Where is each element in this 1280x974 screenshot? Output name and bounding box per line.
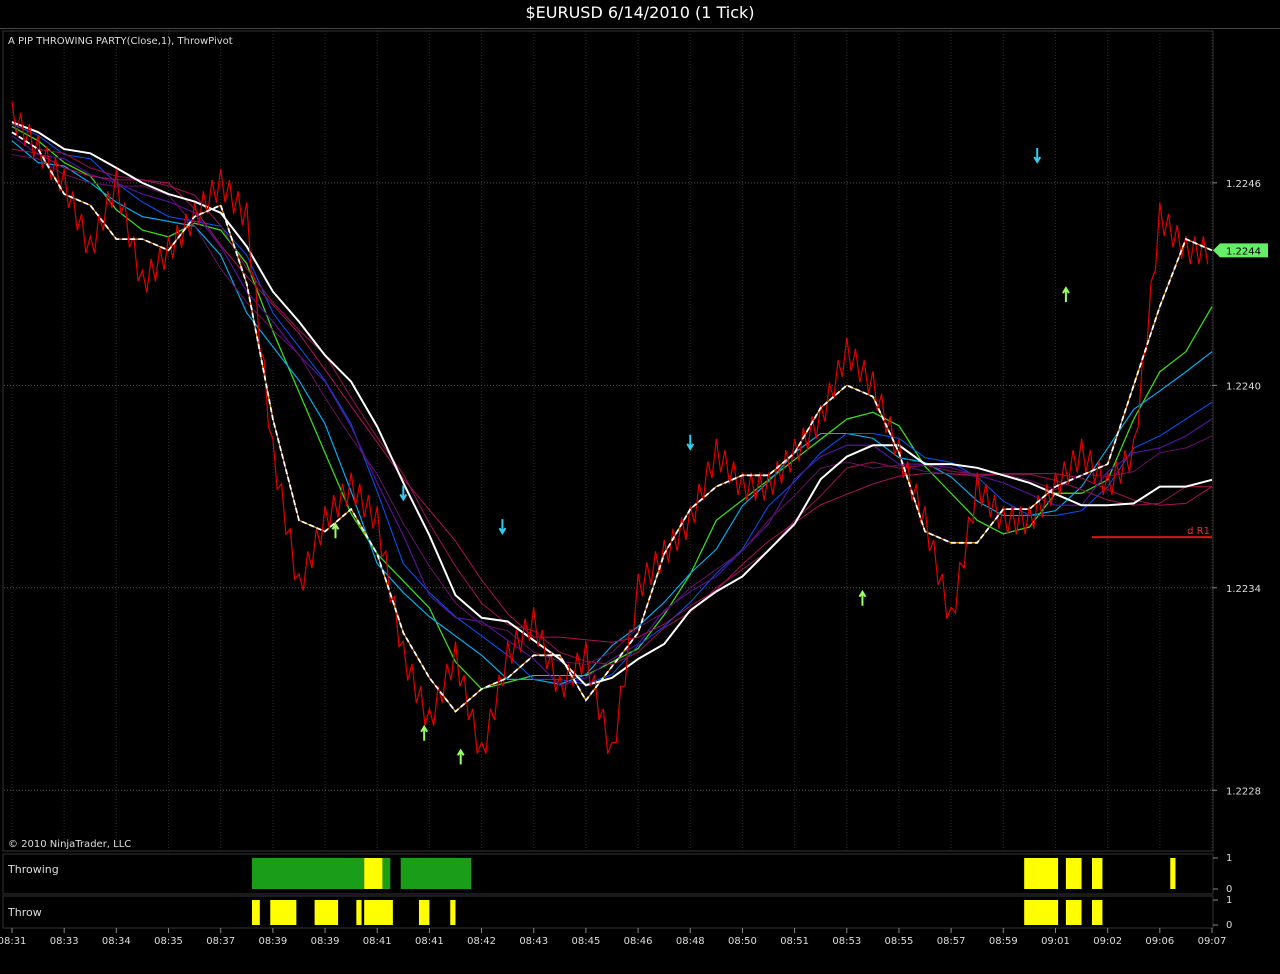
throwing-subpanel[interactable]: Throwing 1 0: [2, 853, 1232, 895]
time-tick-label: 08:41: [363, 936, 392, 947]
time-tick-label: 08:37: [206, 936, 235, 947]
price-tick-label: 1.2240: [1226, 381, 1261, 392]
time-tick-label: 09:01: [1041, 936, 1070, 947]
moving-average-ribbon: [11, 121, 1213, 713]
time-tick-label: 08:48: [676, 936, 705, 947]
signal-bar: [252, 900, 260, 925]
price-line: [11, 101, 1209, 754]
pivot-r1-label: d R1: [1187, 526, 1210, 537]
signal-bar: [418, 900, 430, 925]
time-tick-label: 08:39: [258, 936, 287, 947]
time-tick-label: 08:43: [519, 936, 548, 947]
time-tick-label: 08:57: [937, 936, 966, 947]
up-arrow-signal: [420, 724, 429, 741]
time-tick-label: 08:39: [311, 936, 340, 947]
time-tick-label: 08:42: [467, 936, 496, 947]
indicator-label: A PIP THROWING PARTY(Close,1), ThrowPivo…: [8, 36, 233, 47]
throw-tick-1: 1: [1226, 895, 1232, 906]
throwing-panel-label: Throwing: [7, 863, 59, 876]
throwing-tick-1: 1: [1226, 853, 1232, 864]
signal-bar: [1092, 858, 1103, 889]
up-arrow-signal: [1062, 286, 1070, 303]
ribbon-line: [11, 135, 1213, 686]
signal-bar: [450, 900, 456, 925]
signal-arrows: [331, 147, 1070, 765]
down-arrow-signal: [1033, 147, 1042, 164]
signal-bar: [1024, 900, 1059, 925]
signal-bar: [270, 900, 297, 925]
time-tick-label: 08:51: [780, 936, 809, 947]
price-tick-label: 1.2234: [1226, 584, 1261, 595]
time-tick-label: 09:07: [1198, 936, 1227, 947]
ribbon-line: [11, 126, 1213, 690]
up-arrow-signal: [456, 748, 465, 765]
price-tick-label: 1.2228: [1226, 786, 1261, 797]
time-tick-label: 09:06: [1145, 936, 1174, 947]
time-tick-label: 08:31: [0, 936, 26, 947]
signal-bar: [314, 900, 339, 925]
time-tick-label: 08:53: [832, 936, 861, 947]
throw-tick-0: 0: [1226, 920, 1232, 931]
up-arrow-signal: [858, 589, 867, 606]
down-arrow-signal: [686, 434, 695, 451]
time-tick-label: 08:55: [885, 936, 914, 947]
ribbon-line: [11, 126, 1213, 690]
chart-frame[interactable]: d R1 A PIP THROWING PARTY(Close,1), Thro…: [0, 28, 1280, 971]
signal-bar: [1065, 900, 1082, 925]
grid-layer: [4, 31, 1213, 851]
price-tick-label: 1.2246: [1226, 179, 1261, 190]
time-tick-label: 08:59: [989, 936, 1018, 947]
signal-bar: [252, 858, 365, 889]
ribbon-line: [11, 154, 1213, 666]
time-tick-label: 09:02: [1093, 936, 1122, 947]
time-tick-label: 08:46: [624, 936, 653, 947]
copyright-label: © 2010 NinjaTrader, LLC: [8, 839, 131, 850]
signal-bar: [364, 858, 383, 889]
price-axis[interactable]: 1.2246 1.2240 1.2234 1.2228: [1212, 179, 1261, 797]
window-title: $EURUSD 6/14/2010 (1 Tick): [0, 0, 1280, 28]
ribbon-line: [11, 135, 1213, 686]
time-tick-label: 08:34: [102, 936, 131, 947]
last-price-value: 1.2244: [1226, 246, 1261, 257]
signal-bar: [382, 858, 391, 889]
signal-bar: [1092, 900, 1103, 925]
chart-canvas[interactable]: d R1 A PIP THROWING PARTY(Close,1), Thro…: [0, 29, 1280, 970]
time-tick-label: 08:45: [571, 936, 600, 947]
time-tick-label: 08:50: [728, 936, 757, 947]
up-arrow-signal: [331, 522, 340, 539]
time-tick-label: 08:41: [415, 936, 444, 947]
down-arrow-signal: [498, 519, 507, 536]
ribbon-line: [11, 135, 1213, 686]
time-tick-label: 08:35: [154, 936, 183, 947]
main-panel-border: [2, 30, 1214, 852]
signal-bar: [364, 900, 393, 925]
time-tick-label: 08:33: [50, 936, 79, 947]
price-series: [11, 101, 1213, 754]
throw-panel-label: Throw: [7, 906, 42, 919]
signal-bar: [1170, 858, 1176, 889]
signal-bar: [400, 858, 472, 889]
time-axis[interactable]: 08:31 08:33 08:34 08:35 08:37 08:39 08:39 08:41…: [0, 928, 1226, 947]
throw-subpanel[interactable]: Throw 1 0: [2, 895, 1232, 931]
ribbon-line: [11, 126, 1213, 690]
ribbon-line: [11, 123, 1213, 685]
last-price-marker: 1.2244: [1213, 243, 1268, 258]
throwing-tick-0: 0: [1226, 884, 1232, 895]
main-price-panel[interactable]: d R1 A PIP THROWING PARTY(Close,1), Thro…: [2, 30, 1268, 852]
pivot-layer: d R1: [1092, 526, 1212, 539]
signal-bar: [356, 900, 362, 925]
signal-bar: [1024, 858, 1059, 889]
signal-bar: [1065, 858, 1082, 889]
